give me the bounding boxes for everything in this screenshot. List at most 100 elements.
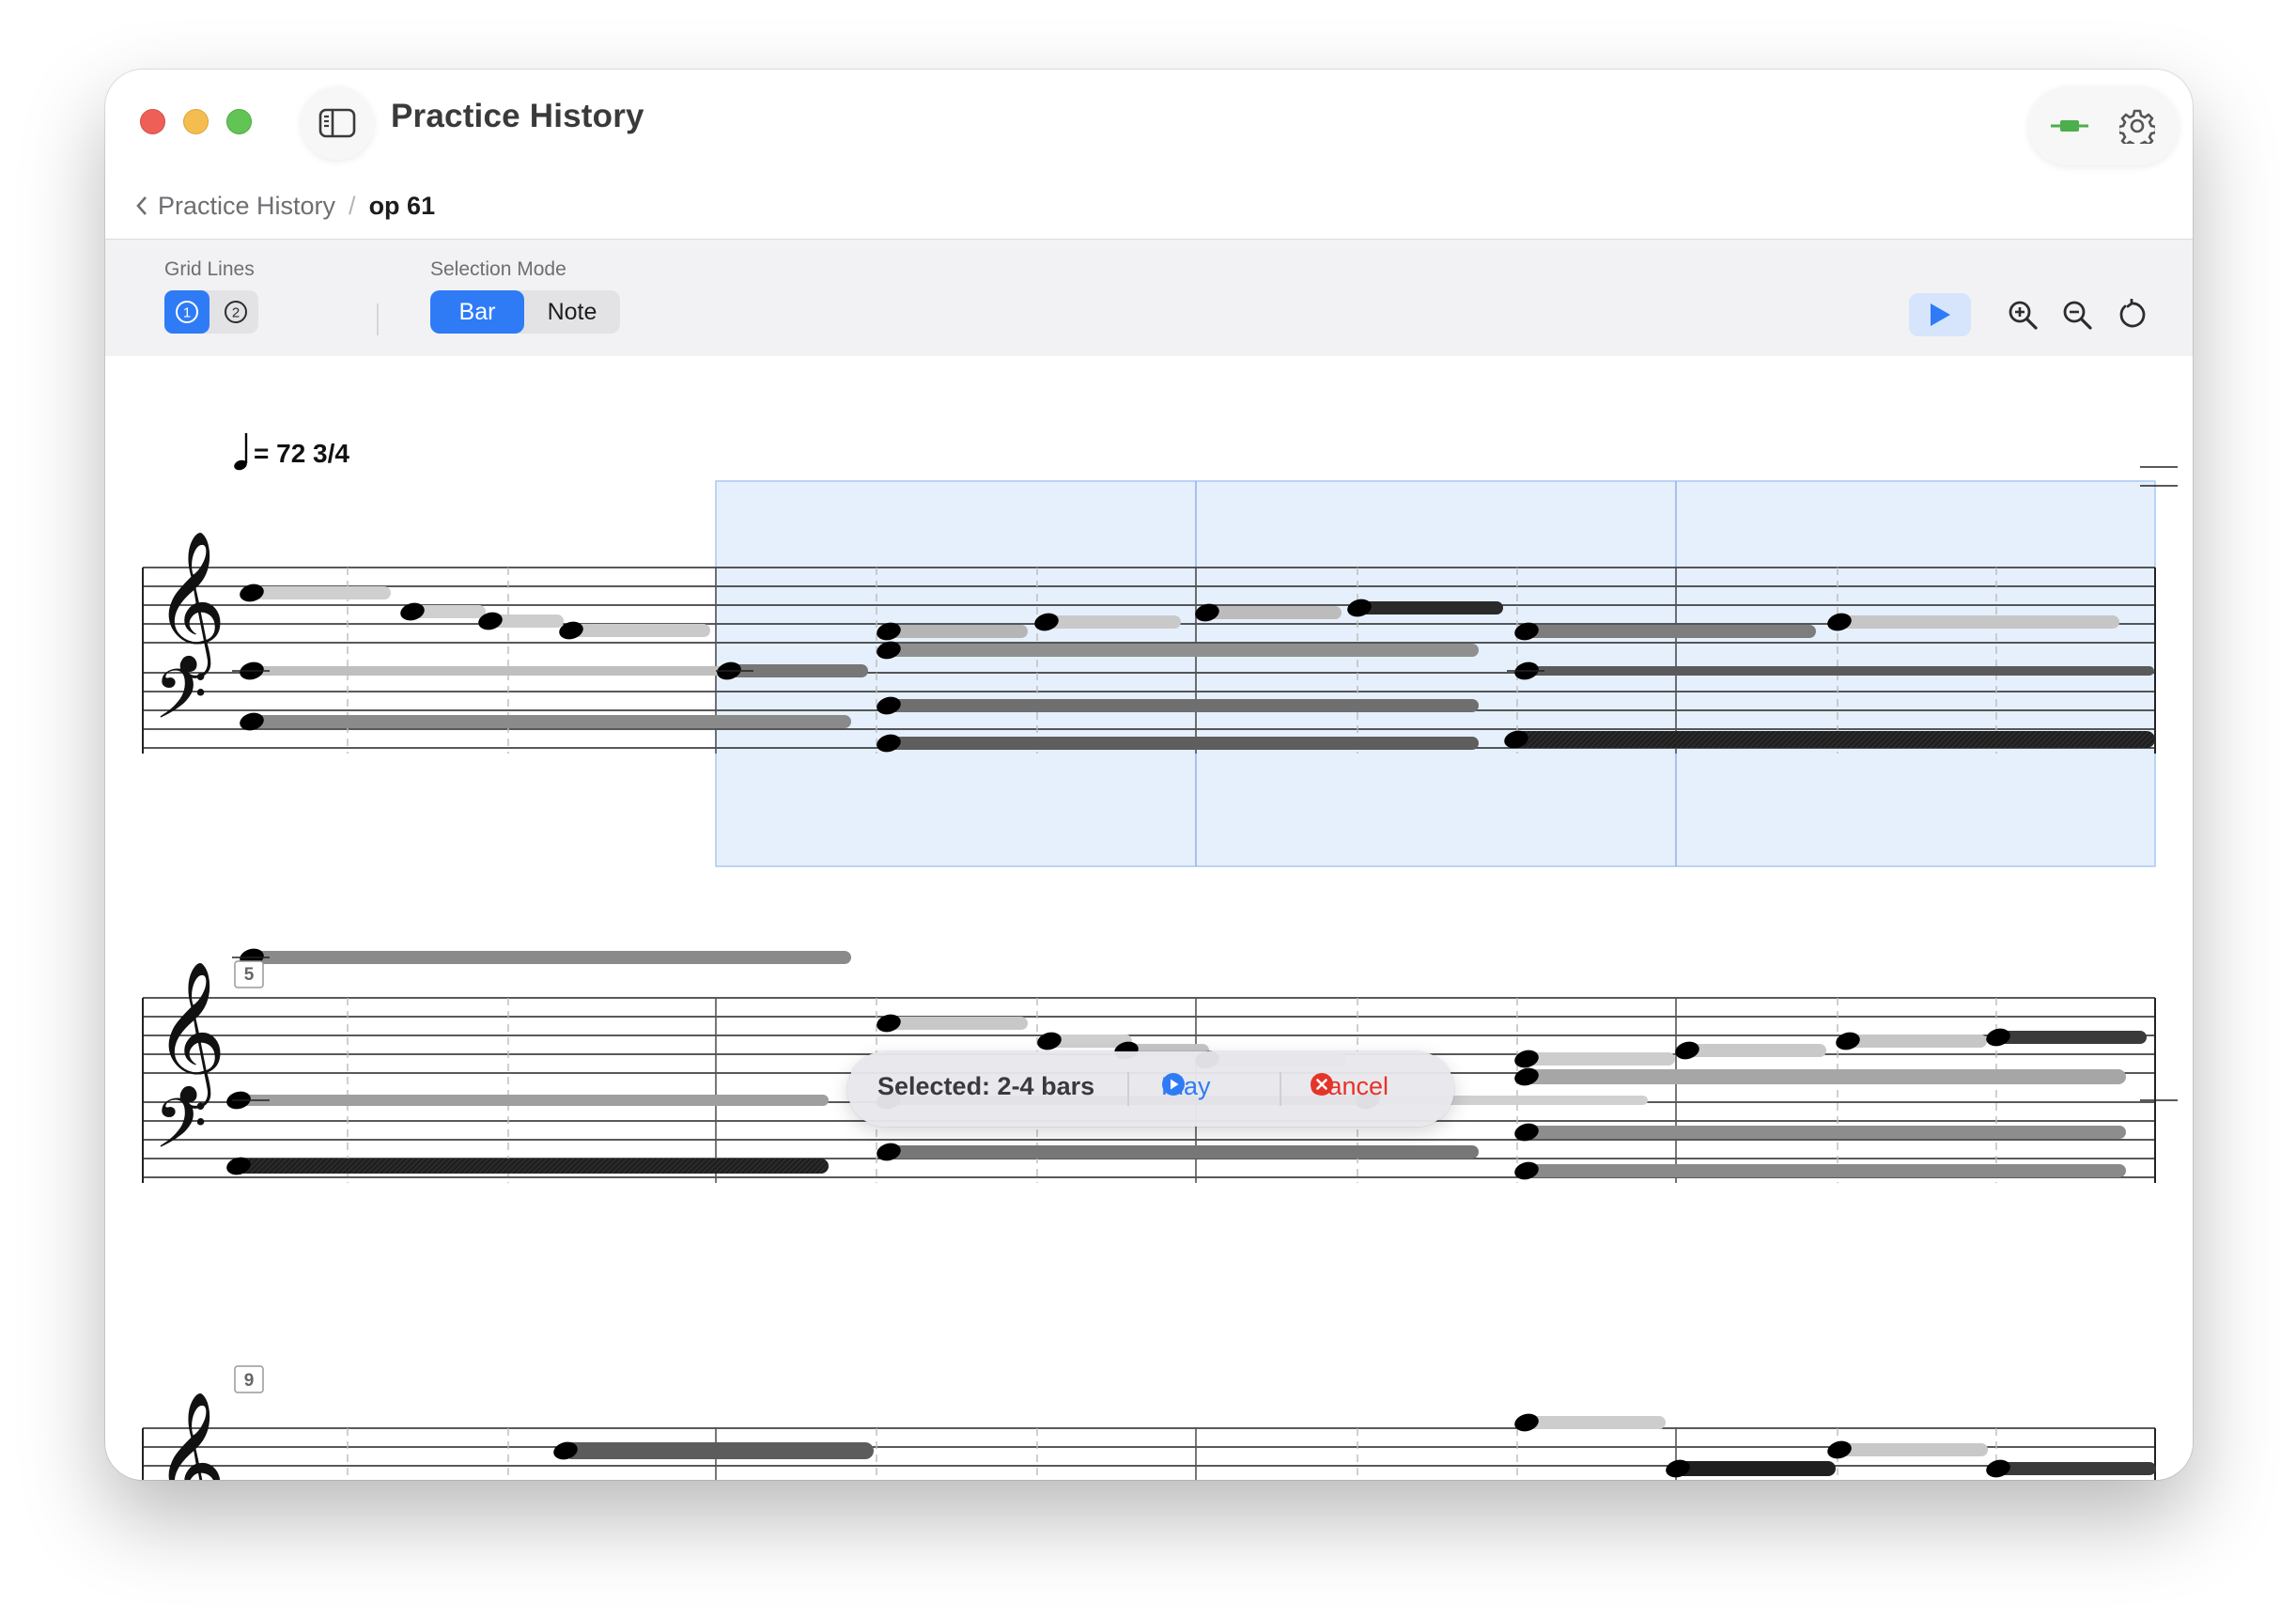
note[interactable]	[398, 600, 486, 623]
breadcrumb-parent-label: Practice History	[158, 191, 336, 220]
note[interactable]	[225, 1089, 829, 1112]
score-toolbar: Grid Lines 1 2 Selection Mode Bar Note	[105, 239, 2193, 357]
zoom-window-button[interactable]	[226, 109, 252, 134]
measure-number-9-text: 9	[244, 1371, 255, 1391]
settings-button[interactable]	[2117, 105, 2158, 147]
note[interactable]	[1513, 1159, 2126, 1182]
note-duration-bar	[1514, 731, 2155, 748]
bass-clef-icon: 𝄢	[154, 654, 208, 751]
note-head	[1836, 1032, 1860, 1050]
note[interactable]	[1673, 1039, 1826, 1062]
note-duration-bar	[887, 737, 1479, 750]
note-duration-bar	[1525, 1069, 2126, 1084]
note[interactable]	[875, 1012, 1028, 1035]
zoom-out-button[interactable]	[2058, 296, 2096, 334]
note-duration-bar	[1525, 625, 1816, 638]
circled-one-icon: 1	[176, 301, 198, 323]
note[interactable]	[875, 1141, 1479, 1163]
play-selection-button[interactable]: Play	[1161, 1072, 1211, 1101]
toolbar-divider	[377, 303, 379, 335]
note-duration-bar	[1996, 1462, 2156, 1475]
note-head	[400, 602, 425, 621]
app-window: Practice History Practice History / op 6…	[105, 70, 2193, 1480]
note-duration-bar	[1838, 615, 2119, 629]
play-triangle-icon	[1931, 303, 1950, 326]
selection-mode-bar[interactable]: Bar	[430, 290, 524, 334]
breadcrumb-back-link[interactable]: Practice History	[135, 192, 335, 221]
tempo-text: = 72 3/4	[254, 439, 349, 468]
measure-number-9: 9	[234, 1365, 264, 1393]
action-bar-divider	[1280, 1072, 1281, 1106]
play-circle-icon	[1162, 1073, 1185, 1096]
note-duration-bar	[250, 715, 851, 728]
note[interactable]	[238, 582, 391, 604]
note-duration-bar	[1525, 1052, 1675, 1066]
minimize-window-button[interactable]	[183, 109, 209, 134]
note-duration-bar	[887, 1145, 1479, 1159]
note-duration-bar	[1525, 1164, 2126, 1177]
note-duration-bar	[1525, 1416, 1666, 1429]
note[interactable]	[1984, 1026, 2147, 1049]
note-head	[1986, 1459, 2010, 1478]
treble-clef-icon: 𝄞	[154, 1390, 226, 1480]
note[interactable]	[1664, 1457, 1836, 1480]
reset-rotate-icon	[2119, 299, 2146, 328]
note[interactable]	[1513, 1411, 1666, 1434]
note[interactable]	[1834, 1030, 1987, 1052]
close-window-button[interactable]	[140, 109, 165, 134]
note[interactable]	[1513, 1048, 1675, 1070]
note[interactable]	[1513, 1066, 2126, 1088]
selection-summary: Selected: 2-4 bars	[877, 1072, 1095, 1100]
note[interactable]	[1984, 1457, 2156, 1480]
grid-lines-segmented-control: 1 2	[164, 290, 258, 334]
note-head	[1666, 1459, 1690, 1478]
note-duration-bar	[1676, 1461, 1836, 1476]
reset-zoom-button[interactable]	[2113, 296, 2150, 334]
note[interactable]	[551, 1439, 874, 1462]
note-duration-bar	[564, 1442, 874, 1459]
grid-lines-option-2[interactable]: 2	[213, 290, 258, 334]
note-head	[877, 1143, 901, 1161]
selection-mode-note[interactable]: Note	[524, 290, 620, 334]
note-duration-bar	[1525, 666, 2154, 676]
title-bar: Practice History	[105, 70, 2193, 167]
zoom-in-button[interactable]	[2004, 296, 2041, 334]
window-title: Practice History	[391, 98, 644, 134]
cancel-selection-button[interactable]: Cancel	[1310, 1072, 1388, 1101]
note-duration-bar	[1045, 615, 1181, 629]
tempo-marking: = 72 3/4	[234, 433, 349, 471]
note-duration-bar	[569, 624, 710, 637]
note-duration-bar	[1525, 1126, 2126, 1139]
note-duration-bar	[1996, 1031, 2147, 1044]
breadcrumb-current: op 61	[368, 191, 436, 220]
note[interactable]	[476, 610, 564, 632]
note-duration-bar	[237, 1159, 829, 1174]
note-duration-bar	[1205, 606, 1342, 619]
selection-action-bar: Selected: 2-4 bars Play Cancel	[847, 1051, 1454, 1127]
grid-option-2-text: 2	[232, 305, 240, 321]
play-button[interactable]	[1909, 293, 1971, 336]
selection-mode-label: Selection Mode	[430, 258, 566, 280]
note[interactable]	[238, 946, 851, 969]
note-duration-bar	[237, 1095, 829, 1106]
note-duration-bar	[250, 951, 851, 964]
piano-roll-score[interactable]: 𝄞𝄢𝄞𝄢𝄞 = 72 3/4 5 9	[105, 356, 2193, 1480]
note[interactable]	[1825, 1439, 1988, 1461]
zoom-out-icon	[2063, 301, 2092, 330]
sidebar-toggle-button[interactable]	[301, 86, 374, 160]
gear-icon	[2119, 109, 2155, 144]
note-duration-bar	[1685, 1044, 1826, 1057]
selection-mode-segmented-control: Bar Note	[430, 290, 620, 334]
zoom-in-icon	[2009, 301, 2038, 330]
bass-clef-icon: 𝄢	[154, 1083, 208, 1180]
connection-status-button[interactable]	[2049, 105, 2090, 147]
score-canvas[interactable]: 𝄞 𝄢 𝄞 𝄢 𝄞 = 72 3/4 5 9 Selected: 2-4 bars	[105, 356, 2193, 1480]
note[interactable]	[238, 660, 724, 682]
breadcrumb: Practice History / op 61	[135, 182, 435, 229]
note-duration-bar	[887, 625, 1028, 638]
note[interactable]	[1513, 1478, 1666, 1480]
note[interactable]	[557, 619, 710, 642]
grid-lines-option-1[interactable]: 1	[164, 290, 209, 334]
note[interactable]	[1502, 728, 2155, 751]
note-duration-bar	[887, 1017, 1028, 1030]
